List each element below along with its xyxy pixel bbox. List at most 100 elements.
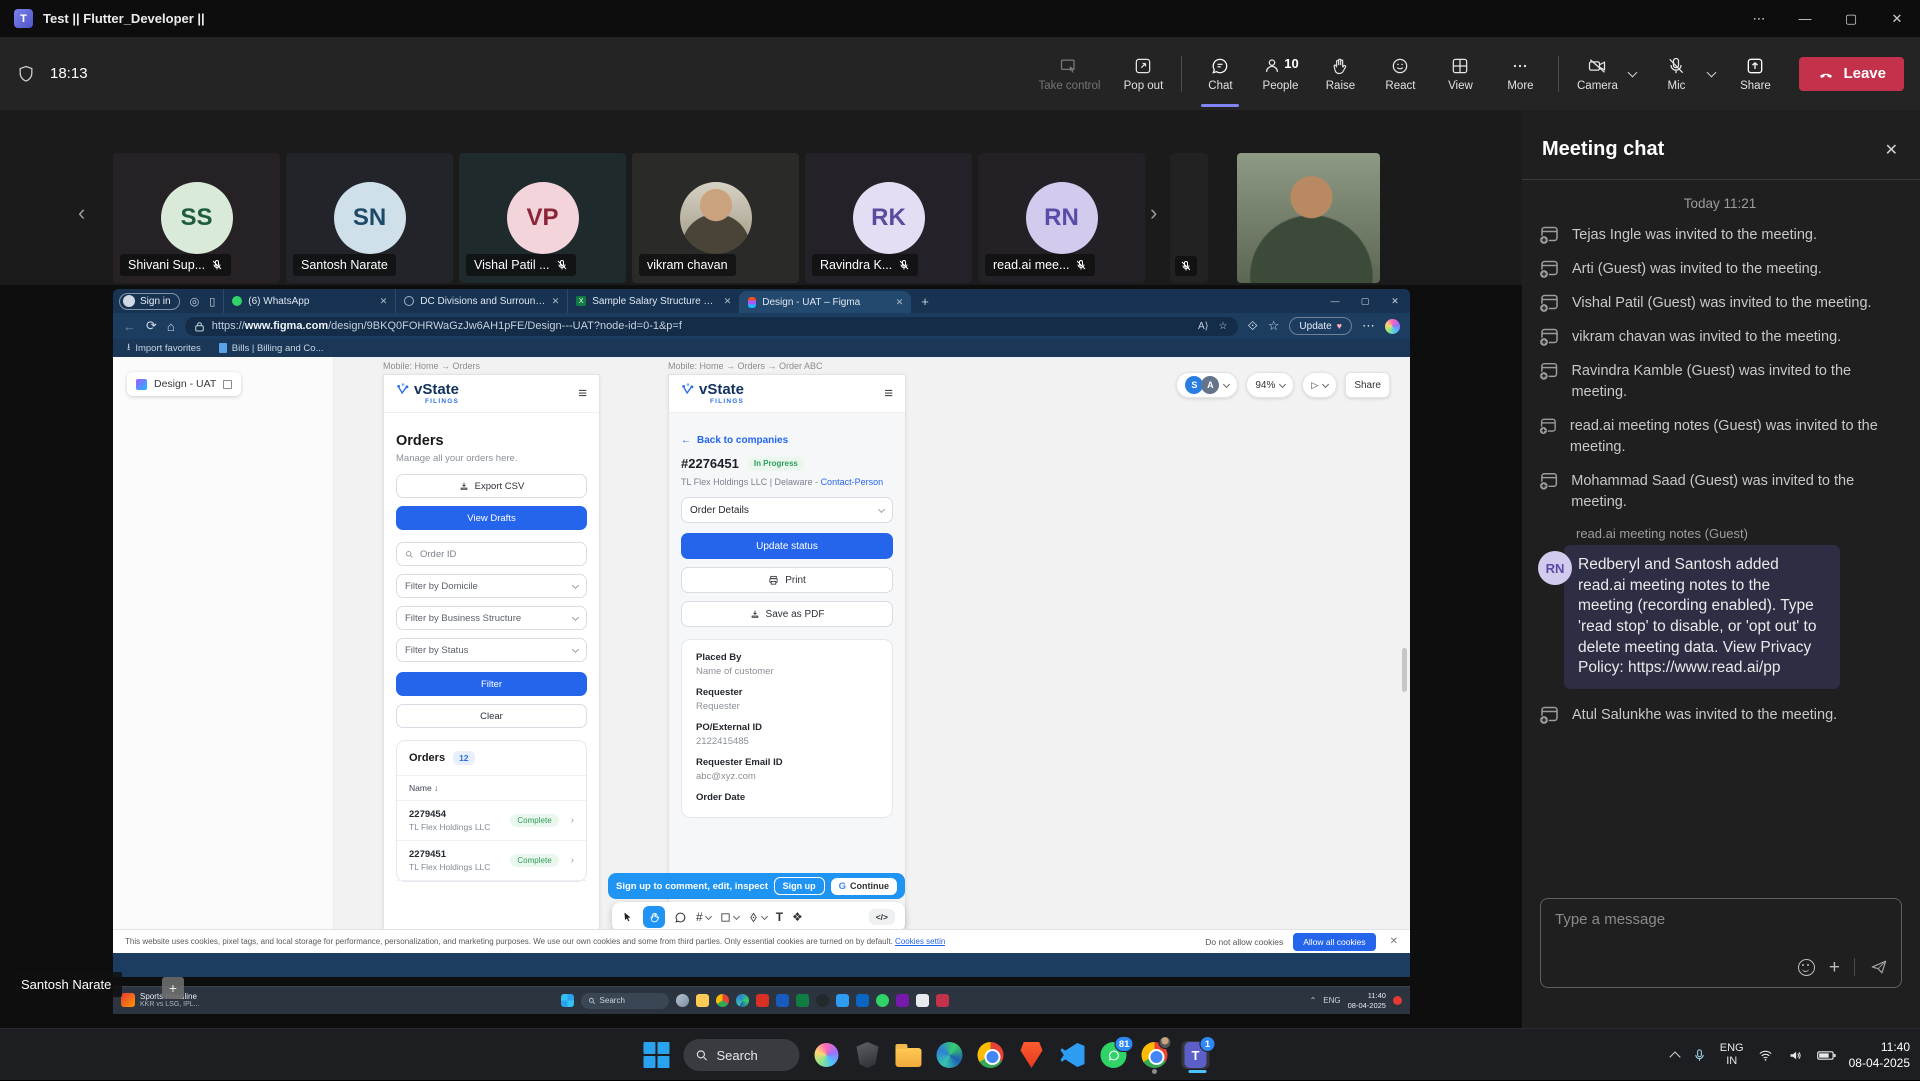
present-button[interactable]: ▷ [1302,372,1337,398]
copilot-taskbar-icon[interactable] [812,1041,840,1069]
start-button[interactable] [642,1041,670,1069]
browser-minimize-icon[interactable]: — [1320,289,1350,313]
titlebar-more-icon[interactable]: ⋯ [1736,0,1782,37]
battery-icon[interactable] [1817,1048,1836,1063]
more-button[interactable]: More [1490,43,1550,105]
back-icon[interactable]: ← [123,319,136,334]
participant-tile[interactable]: vikram chavan [632,153,799,283]
browser-close-icon[interactable]: ✕ [1380,289,1410,313]
mic-button[interactable]: Mic [1646,43,1706,105]
filmstrip-next-icon[interactable]: › [1150,200,1157,226]
add-overlay-button[interactable]: + [162,977,184,999]
cookie-close-icon[interactable]: ✕ [1390,936,1398,947]
figma-canvas[interactable]: Design - UAT S A 94% ▷ [113,357,1410,953]
taskbar-search[interactable]: Search [683,1039,799,1071]
participant-tile[interactable]: RK Ravindra K... [805,153,972,283]
minimize-button[interactable]: — [1782,0,1828,37]
browser-menu-icon[interactable]: ⋯ [1362,318,1375,334]
dev-mode-toggle[interactable]: </> [869,909,895,925]
tab-close-icon[interactable]: ✕ [380,296,388,307]
filmstrip-prev-icon[interactable]: ‹ [78,200,85,226]
chrome-profile-icon[interactable] [1140,1041,1168,1069]
shield-app-icon[interactable] [853,1041,881,1069]
chat-message-input[interactable]: Type a message + [1540,898,1902,988]
address-bar[interactable]: https://www.figma.com/design/9BKQ0FOHRWa… [185,317,1238,336]
browser-tab[interactable]: DC Divisions and Surroundings✕ [395,289,567,313]
people-button[interactable]: 10 People [1250,43,1310,105]
teams-taskbar-icon[interactable]: T 1 [1181,1041,1209,1069]
tab-close-icon[interactable]: ✕ [552,296,560,307]
extensions-icon[interactable]: ⟐ [1248,318,1258,334]
camera-options-chevron-icon[interactable] [1628,67,1638,77]
chat-close-icon[interactable]: ✕ [1885,140,1898,160]
figma-frame-order-detail[interactable]: vState FILINGS ≡ ← Back to companies #22… [668,374,906,943]
cookie-settings-link[interactable]: Cookies settings [895,937,945,946]
browser-signin-button[interactable]: Sign in [119,293,180,310]
send-icon[interactable] [1869,957,1889,977]
raise-hand-button[interactable]: Raise [1310,43,1370,105]
browser-update-button[interactable]: Update ♥ [1289,317,1352,335]
deny-cookies-button[interactable]: Do not allow cookies [1205,937,1283,947]
figma-frame-orders[interactable]: vState FILINGS ≡ Orders Manage all your … [383,374,600,943]
workspaces-icon[interactable]: ◎ [190,295,200,308]
pop-out-button[interactable]: Pop out [1113,43,1173,105]
participant-tile[interactable]: SS Shivani Sup... [113,153,280,283]
move-tool-icon[interactable] [622,911,634,923]
refresh-icon[interactable]: ⟳ [146,318,157,334]
participant-tile-partial[interactable] [1170,153,1208,283]
copilot-icon[interactable] [1385,319,1400,334]
tray-clock[interactable]: 11:40 08-04-2025 [1849,1039,1910,1071]
camera-button[interactable]: Camera [1567,43,1627,105]
shape-tool-icon[interactable] [720,912,739,923]
comment-tool-icon[interactable] [674,911,687,924]
vscode-icon[interactable] [1058,1041,1086,1069]
figma-share-button[interactable]: Share [1345,372,1390,398]
edge-icon[interactable] [935,1041,963,1069]
chat-message-list[interactable]: Today 11:21 Tejas Ingle was invited to t… [1522,180,1920,726]
home-icon[interactable]: ⌂ [167,319,175,334]
view-button[interactable]: View [1430,43,1490,105]
favorite-star-icon[interactable]: ☆ [1219,321,1228,332]
zoom-control[interactable]: 94% [1246,372,1294,398]
attach-plus-icon[interactable]: + [1829,958,1840,977]
chat-button[interactable]: Chat [1190,43,1250,105]
volume-icon[interactable] [1787,1048,1804,1063]
tab-close-icon[interactable]: ✕ [896,297,904,308]
browser-maximize-icon[interactable]: ▢ [1350,289,1380,313]
pen-tool-icon[interactable] [748,912,767,923]
bookmark-item[interactable]: ⭳ Import favorites [127,340,201,356]
maximize-button[interactable]: ▢ [1828,0,1874,37]
favorites-bar-icon[interactable]: ☆ [1268,318,1280,334]
tray-mic-icon[interactable] [1692,1048,1707,1063]
file-explorer-icon[interactable] [894,1041,922,1069]
text-tool-icon[interactable]: T [776,910,783,924]
allow-cookies-button[interactable]: Allow all cookies [1293,933,1375,951]
read-aloud-icon[interactable]: A⟩ [1198,321,1209,332]
tray-expand-icon[interactable] [1669,1051,1680,1062]
participant-tile[interactable]: RN read.ai mee... [978,153,1145,283]
leave-button[interactable]: Leave [1799,57,1904,91]
new-tab-icon[interactable]: + [921,294,929,309]
frame-tool-icon[interactable]: # [696,910,711,924]
canvas-scrollbar[interactable] [1402,648,1407,692]
sign-up-button[interactable]: Sign up [774,877,825,895]
vertical-tabs-icon[interactable]: ▯ [209,295,215,308]
mic-options-chevron-icon[interactable] [1707,67,1717,77]
chrome-icon[interactable] [976,1041,1004,1069]
close-button[interactable]: ✕ [1874,0,1920,37]
collaborators-pill[interactable]: S A [1176,372,1238,398]
google-continue-button[interactable]: G Continue [831,878,897,895]
browser-tab[interactable]: (6) WhatsApp✕ [223,289,395,313]
react-button[interactable]: React [1370,43,1430,105]
brave-icon[interactable] [1017,1041,1045,1069]
browser-tab[interactable]: X Sample Salary Structure with calc✕ [567,289,739,313]
resources-tool-icon[interactable]: ❖ [792,910,803,924]
bookmark-item[interactable]: Bills | Billing and Co... [219,343,324,354]
wifi-icon[interactable] [1757,1048,1774,1063]
figma-file-chip[interactable]: Design - UAT [127,372,241,396]
whatsapp-icon[interactable]: 81 [1099,1041,1127,1069]
participant-tile[interactable]: SN Santosh Narate [286,153,453,283]
tab-close-icon[interactable]: ✕ [724,296,732,307]
browser-tab-active[interactable]: Design - UAT – Figma✕ [739,291,911,313]
language-indicator[interactable]: ENG IN [1720,1042,1744,1068]
